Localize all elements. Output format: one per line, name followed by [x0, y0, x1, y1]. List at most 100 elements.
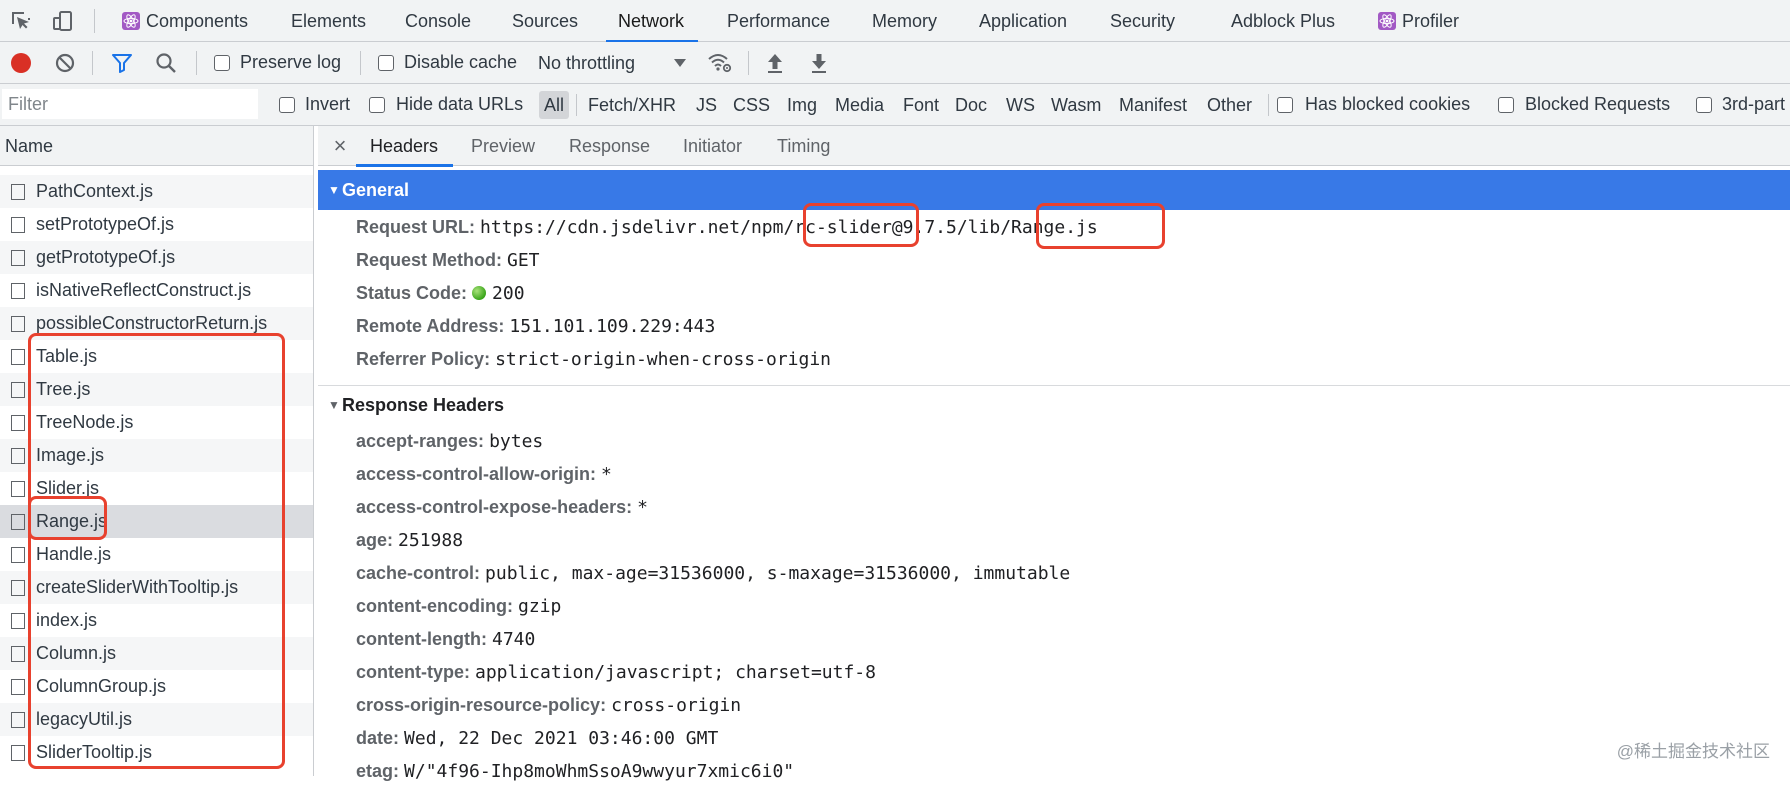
header-key: Referrer Policy: — [356, 349, 496, 369]
file-icon — [11, 448, 25, 464]
general-section-header[interactable]: ▼ General — [318, 170, 1790, 210]
general-row: Referrer Policy: strict-origin-when-cros… — [356, 344, 831, 374]
preserve-log-checkbox[interactable] — [214, 55, 230, 71]
export-har-button[interactable] — [806, 50, 832, 76]
filter-type-doc[interactable]: Doc — [955, 91, 987, 119]
divider — [196, 51, 197, 75]
request-row[interactable]: Image.js — [0, 439, 313, 472]
close-icon: × — [333, 133, 347, 158]
filter-type-js[interactable]: JS — [696, 91, 717, 119]
request-row[interactable]: isNativeReflectConstruct.js — [0, 274, 313, 307]
tab-network[interactable]: Network — [605, 0, 699, 43]
request-row[interactable]: Slider.js — [0, 472, 313, 505]
invert-label: Invert — [305, 94, 351, 114]
filter-type-fetch-xhr[interactable]: Fetch/XHR — [588, 91, 676, 119]
tab-headers[interactable]: Headers — [355, 126, 454, 167]
request-row[interactable]: PathContext.js — [0, 175, 313, 208]
hide-data-urls-checkbox[interactable] — [369, 97, 385, 113]
filter-type-media[interactable]: Media — [835, 91, 884, 119]
name-column-header[interactable]: Name — [0, 126, 313, 166]
upload-icon — [768, 54, 782, 73]
filter-type-font[interactable]: Font — [903, 91, 939, 119]
file-icon — [11, 712, 25, 728]
tab-adblock-plus[interactable]: Adblock Plus — [1231, 0, 1335, 42]
filter-type-all[interactable]: All — [539, 91, 570, 119]
device-toolbar-icon[interactable] — [48, 6, 78, 36]
request-row[interactable]: possibleConstructorReturn.js — [0, 307, 313, 340]
request-row[interactable]: createSliderWithTooltip.js — [0, 571, 313, 604]
tab-performance[interactable]: Performance — [727, 0, 830, 42]
throttling-select[interactable]: No throttling — [538, 48, 698, 78]
response-header-row: etag: W/"4f96-Ihp8moWhmSsoA9wwyur7xmic6i… — [356, 756, 794, 786]
third-party-checkbox[interactable] — [1696, 97, 1712, 113]
request-row[interactable]: ColumnGroup.js — [0, 670, 313, 703]
divider — [1268, 94, 1269, 116]
request-name: legacyUtil.js — [36, 709, 133, 729]
filter-toggle-button[interactable] — [109, 50, 135, 76]
has-blocked-cookies-checkbox[interactable] — [1277, 97, 1293, 113]
clear-button[interactable] — [52, 50, 78, 76]
request-row[interactable]: Handle.js — [0, 538, 313, 571]
request-row[interactable]: Range.js — [0, 505, 313, 538]
request-row[interactable]: getPrototypeOf.js — [0, 241, 313, 274]
close-detail-button[interactable]: × — [330, 126, 350, 166]
request-name: TreeNode.js — [36, 412, 134, 432]
filter-type-ws[interactable]: WS — [1006, 91, 1035, 119]
filter-icon — [112, 54, 132, 73]
request-row[interactable]: Tree.js — [0, 373, 313, 406]
throttling-value: No throttling — [538, 52, 636, 73]
request-row[interactable]: index.js — [0, 604, 313, 637]
header-value: gzip — [517, 596, 562, 617]
tab-initiator[interactable]: Initiator — [683, 126, 742, 166]
preserve-log-label: Preserve log — [240, 52, 342, 72]
request-name: setPrototypeOf.js — [36, 214, 175, 234]
tab-timing[interactable]: Timing — [777, 126, 830, 166]
request-row[interactable]: legacyUtil.js — [0, 703, 313, 736]
tab-elements[interactable]: Elements — [291, 0, 366, 42]
tab-response[interactable]: Response — [569, 126, 650, 166]
divider — [576, 94, 577, 116]
request-row[interactable]: setPrototypeOf.js — [0, 208, 313, 241]
header-value: public, max-age=31536000, s-maxage=31536… — [485, 563, 1071, 584]
general-row: Request URL: https://cdn.jsdelivr.net/np… — [356, 212, 1098, 242]
file-icon — [11, 580, 25, 596]
filter-type-manifest[interactable]: Manifest — [1119, 91, 1187, 119]
tab-components[interactable]: Components — [122, 0, 248, 42]
search-button[interactable] — [153, 50, 179, 76]
request-name: Handle.js — [36, 544, 112, 564]
inspect-element-icon[interactable] — [6, 6, 36, 36]
blocked-requests-checkbox[interactable] — [1498, 97, 1514, 113]
filter-type-other[interactable]: Other — [1207, 91, 1252, 119]
tab-preview[interactable]: Preview — [471, 126, 535, 166]
tab-sources[interactable]: Sources — [512, 0, 578, 42]
header-value: W/"4f96-Ihp8moWhmSsoA9wwyur7xmic6i0" — [404, 761, 795, 782]
tab-application[interactable]: Application — [979, 0, 1067, 42]
request-list: Name PathContext.js setPrototypeOf.js getP… — [0, 126, 314, 776]
tab-profiler[interactable]: Profiler — [1378, 0, 1459, 42]
record-button[interactable] — [8, 50, 34, 76]
filter-type-css[interactable]: CSS — [733, 91, 770, 119]
clear-icon — [55, 53, 75, 73]
file-icon — [11, 184, 25, 200]
request-row[interactable]: TreeNode.js — [0, 406, 313, 439]
network-conditions-button[interactable] — [706, 50, 734, 76]
disable-cache-checkbox[interactable] — [378, 55, 394, 71]
request-row[interactable]: Column.js — [0, 637, 313, 670]
filter-input[interactable] — [2, 89, 258, 119]
header-value: * — [637, 497, 648, 518]
filter-type-img[interactable]: Img — [787, 91, 817, 119]
filter-type-wasm[interactable]: Wasm — [1051, 91, 1101, 119]
divider — [748, 51, 749, 75]
request-row[interactable]: Table.js — [0, 340, 313, 373]
tab-security[interactable]: Security — [1110, 0, 1175, 42]
response-headers-section-header[interactable]: ▼ Response Headers — [318, 385, 1790, 425]
request-row[interactable]: SliderTooltip.js — [0, 736, 313, 769]
header-value: strict-origin-when-cross-origin — [495, 349, 832, 370]
request-name: Table.js — [36, 346, 98, 366]
invert-checkbox[interactable] — [279, 97, 295, 113]
request-name: possibleConstructorReturn.js — [36, 313, 268, 333]
response-header-row: date: Wed, 22 Dec 2021 03:46:00 GMT — [356, 723, 718, 753]
tab-console[interactable]: Console — [405, 0, 471, 42]
tab-memory[interactable]: Memory — [872, 0, 937, 42]
import-har-button[interactable] — [762, 50, 788, 76]
